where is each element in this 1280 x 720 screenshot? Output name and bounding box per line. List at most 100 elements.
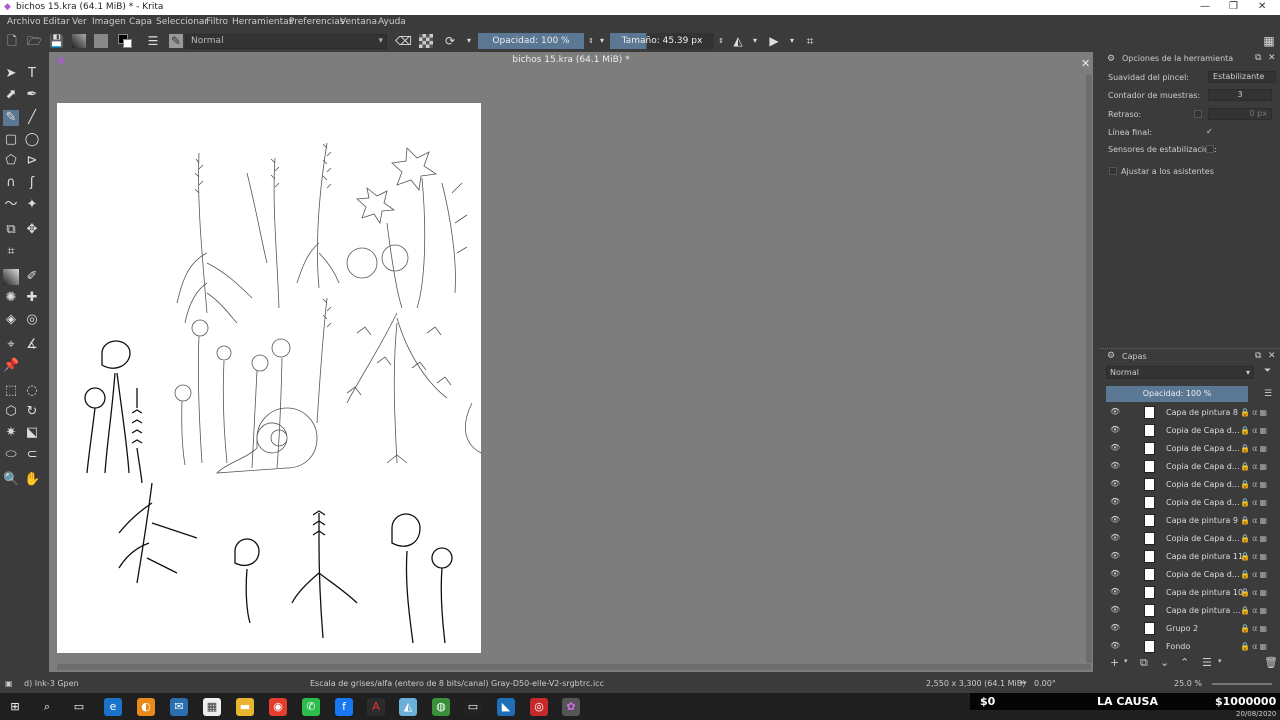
delay-input[interactable]: 0 px: [1208, 108, 1272, 120]
windows-start-icon[interactable]: ⊞: [6, 698, 24, 716]
alpha-lock-icon[interactable]: [419, 34, 433, 48]
reference-tool-icon[interactable]: 📌: [3, 358, 19, 374]
smoothing-select[interactable]: Estabilizante: [1208, 71, 1276, 83]
layer-lock-alpha-icons[interactable]: 🔒α▦: [1240, 624, 1269, 633]
eye-icon[interactable]: 👁: [1110, 623, 1120, 632]
add-layer-icon[interactable]: +: [1110, 656, 1119, 669]
polyline-tool-icon[interactable]: ⊳: [24, 153, 40, 169]
vscode-icon[interactable]: ◣: [497, 698, 515, 716]
eye-icon[interactable]: 👁: [1110, 461, 1120, 470]
gradient-icon[interactable]: [72, 34, 86, 48]
eye-icon[interactable]: 👁: [1110, 497, 1120, 506]
brush-settings-icon[interactable]: ☰: [146, 34, 160, 48]
layer-row[interactable]: 👁 Capa de pintura 10 🔒α▦: [1107, 584, 1273, 602]
zoom-value[interactable]: 25.0 %: [1174, 679, 1202, 688]
layer-lock-alpha-icons[interactable]: 🔒α▦: [1240, 534, 1269, 543]
transform-tool-icon[interactable]: ⧉: [3, 222, 19, 238]
reload-preset-icon[interactable]: ⟳: [443, 34, 457, 48]
facebook-icon[interactable]: f: [335, 698, 353, 716]
stabilizer-sensors-checkbox[interactable]: [1206, 145, 1214, 153]
fg-bg-colors-icon[interactable]: [118, 34, 132, 48]
pan-tool-icon[interactable]: ✋: [24, 472, 40, 488]
colorize-mask-icon[interactable]: ✺: [3, 290, 19, 306]
move-down-icon[interactable]: ⌄: [1160, 656, 1169, 669]
app-icon[interactable]: ◐: [137, 698, 155, 716]
move-up-icon[interactable]: ⌃: [1180, 656, 1189, 669]
layer-row[interactable]: 👁 Capa de pintura 9 🔒α▦: [1107, 512, 1273, 530]
similar-select-icon[interactable]: ⬕: [24, 425, 40, 441]
crop-wrap-icon[interactable]: ⌗: [803, 34, 817, 48]
line-tool-icon[interactable]: ╱: [24, 110, 40, 126]
size-stepper-icon[interactable]: ⇕: [714, 34, 728, 48]
layer-row[interactable]: 👁 Copia de Capa d... 🔒α▦: [1107, 476, 1273, 494]
polygon-select-icon[interactable]: ⬡: [3, 404, 19, 420]
delete-layer-icon[interactable]: 🗑: [1264, 656, 1278, 669]
layer-lock-alpha-icons[interactable]: 🔒α▦: [1240, 588, 1269, 597]
layer-properties-icon[interactable]: ☰: [1202, 656, 1212, 669]
freehand-brush-icon[interactable]: ✎: [3, 110, 19, 126]
app-icon[interactable]: ◍: [432, 698, 450, 716]
eraser-icon[interactable]: ⌫: [395, 34, 412, 48]
new-document-icon[interactable]: 🗋: [5, 34, 19, 48]
mirror-vertical-icon[interactable]: ▶: [767, 34, 781, 48]
layer-menu-icon[interactable]: ☰: [1264, 389, 1272, 399]
layer-row[interactable]: 👁 Fondo 🔒α▦: [1107, 638, 1273, 656]
layer-blend-select[interactable]: Normal ▾: [1106, 366, 1254, 379]
duplicate-layer-icon[interactable]: ⧉: [1140, 656, 1148, 670]
open-folder-icon[interactable]: 🗁: [27, 34, 42, 48]
snap-assistants-checkbox[interactable]: [1109, 167, 1117, 175]
edge-icon[interactable]: e: [104, 698, 122, 716]
menu-herramientas[interactable]: Herramientas: [232, 17, 293, 27]
sample-count-input[interactable]: 3: [1208, 89, 1272, 101]
pattern-icon[interactable]: [94, 34, 108, 48]
rotation-value[interactable]: 0.00°: [1034, 679, 1056, 688]
layer-lock-alpha-icons[interactable]: 🔒α▦: [1240, 570, 1269, 579]
menu-filtro[interactable]: Filtro: [206, 17, 228, 27]
multibrush-icon[interactable]: ✦: [24, 197, 40, 213]
layer-row[interactable]: 👁 Copia de Capa d... 🔒α▦: [1107, 458, 1273, 476]
chrome-icon[interactable]: ◉: [269, 698, 287, 716]
chevron-down-icon[interactable]: ▾: [748, 34, 762, 48]
menu-seleccionar[interactable]: Seleccionar: [156, 17, 208, 27]
layer-row[interactable]: 👁 Capa de pintura ... 🔒α▦: [1107, 602, 1273, 620]
chevron-down-icon[interactable]: ▾: [1218, 657, 1222, 665]
contiguous-select-icon[interactable]: ✷: [3, 425, 19, 441]
crop-tool-icon[interactable]: ⌗: [3, 244, 19, 260]
layer-lock-alpha-icons[interactable]: 🔒α▦: [1240, 552, 1269, 561]
freehand-path-icon[interactable]: ʃ: [24, 175, 40, 191]
chevron-down-icon[interactable]: ▾: [595, 34, 609, 48]
mirror-horizontal-icon[interactable]: ◭: [731, 34, 745, 48]
bezier-select-icon[interactable]: ⬭: [3, 447, 19, 463]
menu-ayuda[interactable]: Ayuda: [378, 17, 406, 27]
eye-icon[interactable]: 👁: [1110, 479, 1120, 488]
whatsapp-icon[interactable]: ✆: [302, 698, 320, 716]
layer-lock-alpha-icons[interactable]: 🔒α▦: [1240, 606, 1269, 615]
close-docker-icon[interactable]: ✕: [1268, 53, 1276, 63]
layer-row[interactable]: 👁 Copia de Capa d... 🔒α▦: [1107, 530, 1273, 548]
freehand-select-icon[interactable]: ↻: [24, 404, 40, 420]
layer-lock-icon[interactable]: 🔒α▦: [1240, 642, 1269, 651]
krita-icon[interactable]: ✿: [562, 698, 580, 716]
layer-lock-alpha-icons[interactable]: 🔒α▦: [1240, 516, 1269, 525]
terminal-icon[interactable]: ▭: [464, 698, 482, 716]
size-slider[interactable]: Tamaño: 45.39 px: [610, 33, 714, 49]
ellipse-select-icon[interactable]: ◌: [24, 383, 40, 399]
chevron-down-icon[interactable]: ▾: [1124, 657, 1128, 665]
eye-icon[interactable]: 👁: [1110, 641, 1120, 650]
menu-preferencias[interactable]: Preferencias: [289, 17, 344, 27]
menu-archivo[interactable]: Archivo: [7, 17, 41, 27]
smart-patch-icon[interactable]: ✚: [24, 290, 40, 306]
eye-icon[interactable]: 👁: [1110, 605, 1120, 614]
float-docker-icon[interactable]: ⧉: [1255, 53, 1261, 63]
color-picker-icon[interactable]: ✐: [24, 269, 40, 285]
bezier-tool-icon[interactable]: ∩: [3, 175, 19, 191]
move-tool-icon[interactable]: ✥: [24, 222, 40, 238]
zoom-slider[interactable]: [1212, 683, 1272, 685]
calligraphy-icon[interactable]: ✒: [24, 87, 40, 103]
chevron-down-icon[interactable]: ▾: [462, 34, 476, 48]
eye-icon[interactable]: 👁: [1110, 515, 1120, 524]
layer-lock-alpha-icons[interactable]: 🔒α▦: [1240, 498, 1269, 507]
assistant-tool-icon[interactable]: ⌖: [3, 337, 19, 353]
opacity-slider[interactable]: Opacidad: 100 %: [478, 33, 584, 49]
float-layers-icon[interactable]: ⧉: [1255, 351, 1261, 361]
